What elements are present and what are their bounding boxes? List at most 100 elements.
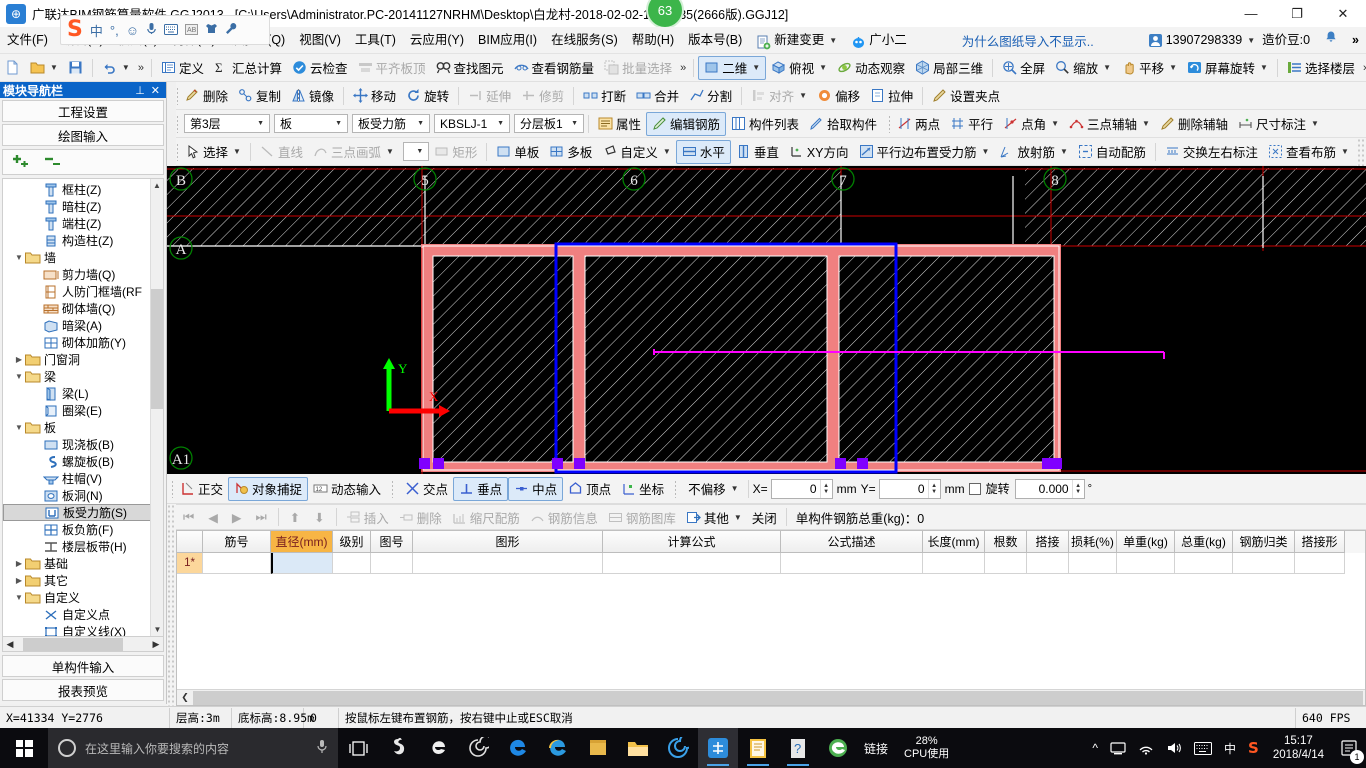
- tree-item[interactable]: 砌体加筋(Y): [3, 334, 163, 351]
- chevron-down-icon[interactable]: ▼: [231, 147, 241, 156]
- tray-volume-icon[interactable]: [1160, 728, 1188, 768]
- grid-body[interactable]: 1*: [177, 553, 1365, 689]
- save-button[interactable]: [63, 56, 88, 80]
- perpendicular-snap-button[interactable]: 垂点: [453, 476, 509, 501]
- menu-item-file[interactable]: 文件(F): [0, 27, 55, 54]
- first-record-button[interactable]: ⏮: [176, 505, 201, 529]
- grid-column-header[interactable]: 搭接形: [1295, 531, 1345, 553]
- last-record-button[interactable]: ⏭: [249, 505, 274, 529]
- ime-voice-icon[interactable]: [146, 22, 157, 38]
- panel-gripper-strip[interactable]: [167, 504, 176, 706]
- fullscreen-button[interactable]: 全屏: [997, 56, 1050, 80]
- tree-item[interactable]: 框柱(Z): [3, 181, 163, 198]
- set-grip-button[interactable]: 设置夹点: [927, 84, 1005, 108]
- ime-punctuation-icon[interactable]: °,: [110, 23, 119, 38]
- tree-item[interactable]: 暗梁(A): [3, 317, 163, 334]
- ime-translate-icon[interactable]: AB: [184, 23, 198, 38]
- split-button[interactable]: 分割: [684, 84, 737, 108]
- view-rebar-qty-button[interactable]: 查看钢筋量: [509, 56, 600, 80]
- grid-cell[interactable]: [1027, 553, 1069, 574]
- tree-item[interactable]: 螺旋板(B): [3, 453, 163, 470]
- property-button[interactable]: 属性: [593, 112, 646, 136]
- horizontal-button[interactable]: 水平: [675, 139, 731, 164]
- tree-item[interactable]: 剪力墙(Q): [3, 266, 163, 283]
- store-icon[interactable]: [578, 728, 618, 768]
- table-row[interactable]: 1*: [177, 553, 1365, 574]
- grid-column-header[interactable]: 公式描述: [781, 531, 923, 553]
- select-tool-button[interactable]: 选择 ▼: [180, 140, 246, 164]
- draw-mode-select[interactable]: ▼: [402, 142, 430, 161]
- chevron-down-icon[interactable]: ▼: [1167, 63, 1177, 72]
- parallel-edge-rebar-button[interactable]: 平行边布置受力筋 ▼: [854, 140, 995, 164]
- scroll-thumb[interactable]: [23, 637, 123, 651]
- single-component-input-button[interactable]: 单构件输入: [2, 655, 164, 677]
- close-button[interactable]: ✕: [1320, 0, 1366, 27]
- toolbar-overflow-right[interactable]: »: [1360, 62, 1366, 74]
- tree-item[interactable]: ▼ 自定义: [3, 589, 163, 606]
- grid-column-header[interactable]: 损耗(%): [1069, 531, 1117, 553]
- collapse-all-icon[interactable]: [43, 153, 65, 172]
- tray-network-icon[interactable]: [1132, 728, 1160, 768]
- scroll-thumb[interactable]: [151, 289, 163, 409]
- stepper-arrows-icon[interactable]: ▲ ▼: [927, 479, 940, 498]
- grid-column-header[interactable]: 根数: [985, 531, 1027, 553]
- three-point-aux-axis-button[interactable]: 三点辅轴 ▼: [1064, 112, 1155, 136]
- rebar-edit-grid[interactable]: 筋号 直径(mm) 级别 图号 图形 计算公式 公式描述 长度(mm) 根数 搭接 损耗(%) 单重(…: [176, 530, 1366, 706]
- x-offset-stepper[interactable]: ▲▼: [770, 478, 833, 499]
- grid-cell[interactable]: [203, 553, 271, 574]
- zoom-button[interactable]: 缩放 ▼: [1050, 56, 1116, 80]
- scroll-thumb[interactable]: [193, 690, 1363, 705]
- notification-center-button[interactable]: 1: [1332, 728, 1366, 768]
- grid-cell[interactable]: [1175, 553, 1233, 574]
- vertex-snap-button[interactable]: 顶点: [563, 477, 616, 501]
- chevron-down-icon[interactable]: ▼: [1101, 63, 1111, 72]
- break-button[interactable]: 打断: [578, 84, 631, 108]
- radial-rebar-button[interactable]: 放射筋 ▼: [994, 140, 1072, 164]
- swap-lr-dimension-button[interactable]: 交换左右标注: [1160, 140, 1263, 164]
- tree-item[interactable]: ▼ 墙: [3, 249, 163, 266]
- taskbar-search-box[interactable]: 在这里输入你要搜索的内容: [48, 728, 338, 768]
- chevron-down-icon[interactable]: ▼: [1339, 147, 1349, 156]
- chevron-right-icon[interactable]: ▶: [13, 559, 25, 568]
- cad-drawing-canvas[interactable]: B A A1 5 6 7 8 Y X: [167, 166, 1366, 474]
- tab-drawing-input[interactable]: 绘图输入: [2, 124, 164, 146]
- grid-column-header[interactable]: 级别: [333, 531, 371, 553]
- tree-item[interactable]: 人防门框墙(RF: [3, 283, 163, 300]
- file-explorer-icon[interactable]: [618, 728, 658, 768]
- auto-rebar-button[interactable]: 自动配筋: [1073, 140, 1151, 164]
- chevron-down-icon[interactable]: ▼: [980, 147, 990, 156]
- ortho-button[interactable]: 正交: [175, 477, 228, 501]
- grid-column-header[interactable]: 搭接: [1027, 531, 1069, 553]
- parallel-axis-button[interactable]: 平行: [945, 112, 998, 136]
- notepad-app-icon[interactable]: [738, 728, 778, 768]
- grid-cell[interactable]: [1295, 553, 1345, 574]
- chevron-right-icon[interactable]: ▶: [13, 576, 25, 585]
- copy-button[interactable]: 复制: [233, 84, 286, 108]
- rotate-input[interactable]: [1015, 481, 1072, 496]
- menu-item-help[interactable]: 帮助(H): [625, 27, 681, 54]
- task-view-icon[interactable]: [338, 728, 378, 768]
- pin-icon[interactable]: ⊥: [132, 84, 148, 97]
- menu-item-bim[interactable]: BIM应用(I): [471, 27, 544, 54]
- score-badge[interactable]: 63: [646, 0, 684, 29]
- tray-expand-icon[interactable]: ^: [1086, 728, 1104, 768]
- top-view-button[interactable]: 俯视 ▼: [766, 56, 832, 80]
- layer-select[interactable]: 分层板1 ▼: [514, 114, 584, 133]
- tray-monitor-icon[interactable]: [1104, 728, 1132, 768]
- ime-emoji-icon[interactable]: ☺: [126, 23, 139, 38]
- member-select[interactable]: KBSLJ-1 ▼: [434, 114, 510, 133]
- toolbar-overflow-mid[interactable]: »: [677, 62, 689, 74]
- ggj-app-icon[interactable]: [698, 728, 738, 768]
- merge-button[interactable]: 合并: [631, 84, 684, 108]
- view-rebar-layout-button[interactable]: 查看布筋 ▼: [1263, 140, 1354, 164]
- multi-slab-button[interactable]: 多板: [544, 140, 597, 164]
- tray-ime-mode[interactable]: 中: [1218, 728, 1242, 768]
- chevron-down-icon[interactable]: ▼: [13, 372, 25, 381]
- component-list-button[interactable]: 构件列表: [726, 112, 804, 136]
- tree-item[interactable]: 自定义线(X): [3, 623, 163, 636]
- grid-cell[interactable]: [603, 553, 781, 574]
- grid-cell[interactable]: [333, 553, 371, 574]
- scroll-down-icon[interactable]: ▼: [151, 623, 163, 636]
- grid-cell[interactable]: [923, 553, 985, 574]
- toolbar-right-gripper[interactable]: [1357, 138, 1366, 166]
